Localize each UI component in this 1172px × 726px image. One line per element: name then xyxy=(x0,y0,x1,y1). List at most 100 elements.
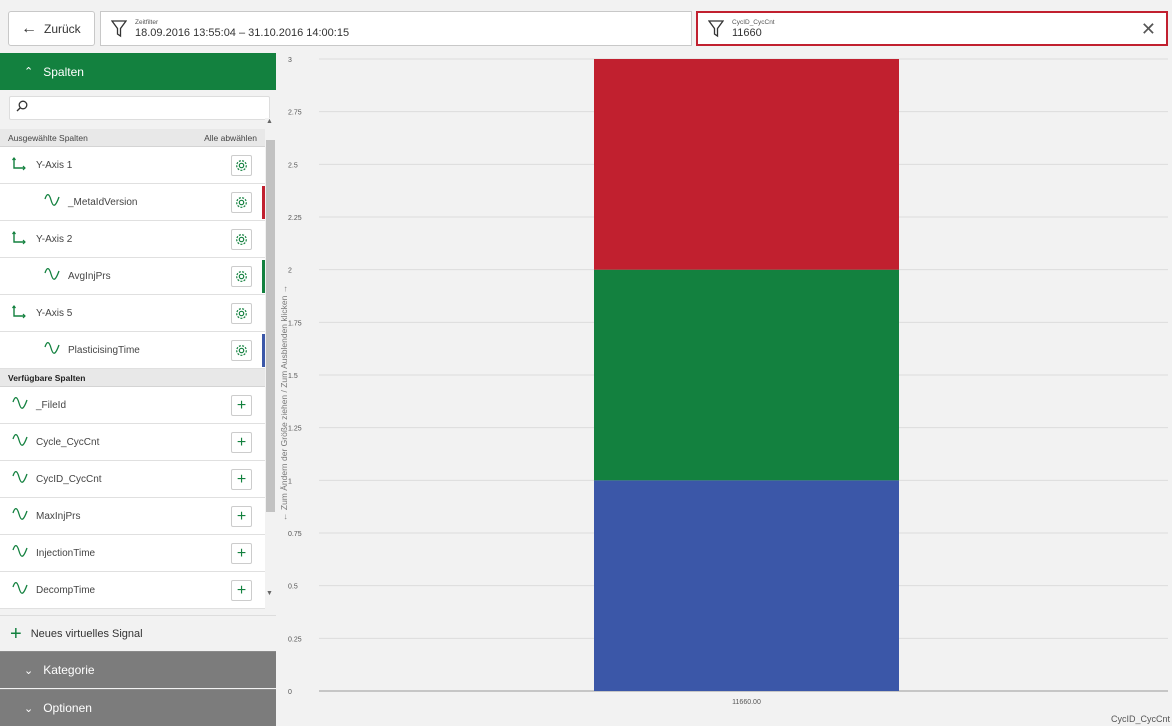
scrollbar-thumb[interactable] xyxy=(266,140,275,512)
column-label: Y-Axis 2 xyxy=(36,233,73,245)
column-label: PlasticisingTime xyxy=(68,344,140,356)
column-label: MaxInjPrs xyxy=(36,510,81,522)
x-axis-label: CycID_CycCnt xyxy=(1111,714,1171,724)
columns-section-header[interactable]: ⌃ Spalten xyxy=(0,53,276,90)
search-icon xyxy=(16,100,28,115)
settings-gear-icon[interactable] xyxy=(231,340,252,361)
settings-gear-icon[interactable] xyxy=(231,192,252,213)
deselect-all-link[interactable]: Alle abwählen xyxy=(204,133,257,143)
selected-signal-row[interactable]: AvgInjPrs xyxy=(0,258,265,295)
y-tick-label: 1.5 xyxy=(288,373,298,380)
available-columns-header: Verfügbare Spalten xyxy=(0,369,265,387)
time-filter-label: Zeitfilter xyxy=(135,18,159,26)
time-filter-value: 18.09.2016 13:55:04 – 31.10.2016 14:00:1… xyxy=(135,26,350,39)
available-column-row[interactable]: MaxInjPrs + xyxy=(0,498,265,535)
signal-wave-icon xyxy=(12,507,28,525)
sidebar: ⌃ Spalten Ausgewählte Spalten Alle abwäh… xyxy=(0,53,276,726)
add-column-button[interactable]: + xyxy=(231,543,252,564)
y-tick-label: 0.5 xyxy=(288,584,298,591)
cycle-filter[interactable]: CycID_CycCnt 11660 ✕ xyxy=(696,11,1168,46)
scroll-down-icon[interactable]: ▼ xyxy=(266,590,273,597)
selected-columns-header: Ausgewählte Spalten Alle abwählen xyxy=(0,129,265,147)
chevron-down-icon: ⌄ xyxy=(24,702,34,715)
available-column-row[interactable]: CycID_CycCnt + xyxy=(0,461,265,498)
top-bar: ← Zurück Zeitfilter 18.09.2016 13:55:04 … xyxy=(0,0,1172,50)
signal-wave-icon xyxy=(12,433,28,451)
signal-wave-icon xyxy=(12,396,28,414)
available-column-row[interactable]: DecompTime + xyxy=(0,572,265,609)
plus-icon: + xyxy=(10,623,22,645)
y-tick-label: 3 xyxy=(288,57,292,64)
axis-row[interactable]: Y-Axis 1 xyxy=(0,147,265,184)
filter-icon xyxy=(708,19,724,37)
x-tick-label: 11660.00 xyxy=(732,699,761,706)
axis-icon xyxy=(12,230,28,248)
stacked-bar-chart: 0 0.25 0.5 0.75 1 1.25 1.5 1.75 2 2.25 2.5 2.75 3 116… xyxy=(288,57,1171,724)
columns-header-label: Spalten xyxy=(43,64,84,79)
available-column-row[interactable]: _FileId + xyxy=(0,387,265,424)
add-column-button[interactable]: + xyxy=(231,506,252,527)
y-tick-label: 2 xyxy=(288,268,292,275)
column-label: DecompTime xyxy=(36,584,96,596)
settings-gear-icon[interactable] xyxy=(231,266,252,287)
y-tick-label: 0.75 xyxy=(288,531,302,538)
filter-icon xyxy=(111,19,127,37)
add-column-button[interactable]: + xyxy=(231,395,252,416)
new-signal-label: Neues virtuelles Signal xyxy=(30,628,143,640)
y-tick-label: 0.25 xyxy=(288,636,302,643)
signal-wave-icon xyxy=(44,341,60,359)
back-button[interactable]: ← Zurück xyxy=(8,11,95,46)
column-label: AvgInjPrs xyxy=(68,270,111,282)
add-column-button[interactable]: + xyxy=(231,432,252,453)
column-label: Y-Axis 5 xyxy=(36,307,73,319)
chevron-down-icon: ⌄ xyxy=(24,664,34,677)
signal-wave-icon xyxy=(44,267,60,285)
settings-gear-icon[interactable] xyxy=(231,229,252,250)
options-header-label: Optionen xyxy=(43,701,92,715)
y-tick-label: 2.75 xyxy=(288,110,302,117)
time-filter[interactable]: Zeitfilter 18.09.2016 13:55:04 – 31.10.2… xyxy=(100,11,692,46)
scroll-up-icon[interactable]: ▲ xyxy=(266,118,273,125)
selected-signal-row[interactable]: _MetaIdVersion xyxy=(0,184,265,221)
chart-area: 0 0.25 0.5 0.75 1 1.25 1.5 1.75 2 2.25 2.5 2.75 3 116… xyxy=(280,53,1172,726)
axis-row[interactable]: Y-Axis 2 xyxy=(0,221,265,258)
chevron-up-icon: ⌃ xyxy=(24,66,34,78)
category-header-label: Kategorie xyxy=(43,663,95,677)
y-tick-label: 2.25 xyxy=(288,215,302,222)
y-tick-label: 0 xyxy=(288,689,292,696)
selected-signal-row[interactable]: PlasticisingTime xyxy=(0,332,265,369)
add-column-button[interactable]: + xyxy=(231,580,252,601)
new-virtual-signal-button[interactable]: + Neues virtuelles Signal xyxy=(0,615,276,652)
column-label: _MetaIdVersion xyxy=(68,196,138,208)
available-columns-label: Verfügbare Spalten xyxy=(8,372,86,383)
column-label: Y-Axis 1 xyxy=(36,159,73,171)
search-input[interactable] xyxy=(9,96,270,120)
signal-wave-icon xyxy=(44,193,60,211)
settings-gear-icon[interactable] xyxy=(231,303,252,324)
signal-wave-icon xyxy=(12,470,28,488)
signal-wave-icon xyxy=(12,581,28,599)
axis-icon xyxy=(12,156,28,174)
bar-segment xyxy=(594,59,899,270)
y-tick-label: 1.25 xyxy=(288,426,302,433)
close-icon[interactable]: ✕ xyxy=(1141,19,1156,40)
cycle-filter-label: CycID_CycCnt xyxy=(732,18,775,26)
add-column-button[interactable]: + xyxy=(231,469,252,490)
available-column-row[interactable]: Cycle_CycCnt + xyxy=(0,424,265,461)
settings-gear-icon[interactable] xyxy=(231,155,252,176)
bar-segment xyxy=(594,269,899,481)
back-label: Zurück xyxy=(44,21,81,36)
column-label: InjectionTime xyxy=(36,547,96,559)
axis-row[interactable]: Y-Axis 5 xyxy=(0,295,265,332)
signal-wave-icon xyxy=(12,544,28,562)
arrow-left-icon: ← xyxy=(21,19,37,37)
y-tick-label: 2.5 xyxy=(288,162,298,169)
category-section-header[interactable]: ⌄ Kategorie xyxy=(0,651,276,688)
y-tick-label: 1.75 xyxy=(288,320,302,327)
options-section-header[interactable]: ⌄ Optionen xyxy=(0,689,276,726)
available-column-row[interactable]: InjectionTime + xyxy=(0,535,265,572)
selected-columns-label: Ausgewählte Spalten xyxy=(8,132,88,143)
column-label: _FileId xyxy=(36,399,67,411)
axis-icon xyxy=(12,304,28,322)
sidebar-scrollbar[interactable]: ▲ ▼ xyxy=(265,118,275,604)
